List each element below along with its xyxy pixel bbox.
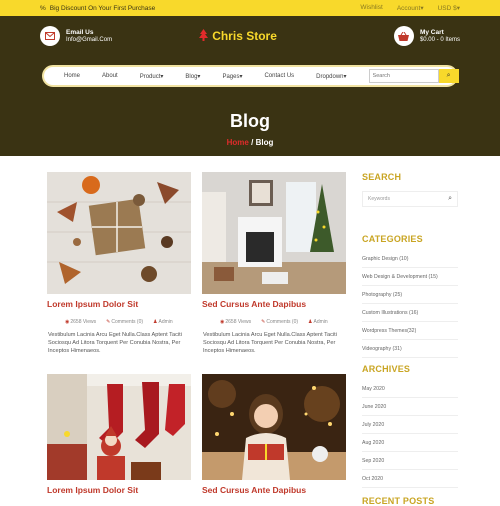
archive-item[interactable]: July 2020 [362, 416, 458, 434]
post-title[interactable]: Sed Cursus Ante Dapibus [202, 299, 346, 309]
chevron-down-icon: ▾ [197, 73, 201, 80]
post-excerpt: Vestibulum Lacinia Arcu Eget Nulla.Class… [203, 332, 337, 354]
post-meta: ◉2658 Views ✎Comments (0) ♟Admin [220, 319, 328, 325]
search-input[interactable] [368, 69, 439, 83]
archives-list: May 2020 June 2020 July 2020 Aug 2020 Se… [362, 380, 458, 488]
promo-text: % Big Discount On Your First Purchase [40, 4, 156, 12]
category-item[interactable]: Custom Illustrations (16) [362, 304, 458, 322]
nav-search: ⌕ [368, 69, 459, 83]
post-title[interactable]: Sed Cursus Ante Dapibus [202, 485, 346, 495]
nav-dropdown[interactable]: Dropdown▾ [316, 73, 346, 80]
blog-card: Sed Cursus Ante Dapibus [202, 374, 346, 495]
search-icon: ⌕ [446, 72, 451, 79]
user-icon: ♟ [153, 319, 158, 325]
store-logo[interactable]: Chris Store [82, 28, 394, 44]
category-item[interactable]: Graphic Design (10) [362, 250, 458, 268]
breadcrumb-home[interactable]: Home [227, 138, 249, 147]
archive-item[interactable]: Sep 2020 [362, 452, 458, 470]
nav-product[interactable]: Product▾ [140, 73, 164, 80]
post-image[interactable] [47, 374, 191, 480]
tree-icon [199, 28, 209, 44]
wishlist-link[interactable]: Wishlist [360, 4, 382, 12]
blog-card: Sed Cursus Ante Dapibus ◉2658 Views ✎Com… [202, 172, 346, 355]
archives-heading: ARCHIVES [362, 364, 411, 374]
sidebar-search[interactable]: Keywords ⌕ [362, 191, 458, 207]
cart-summary[interactable]: My Cart $0.00 - 0 Items [393, 26, 460, 46]
chevron-down-icon: ▾ [343, 73, 347, 80]
post-excerpt: Vestibulum Lacinia Arcu Eget Nulla.Class… [48, 332, 182, 354]
archive-item[interactable]: June 2020 [362, 398, 458, 416]
category-item[interactable]: Videography (31) [362, 340, 458, 358]
nav-contact[interactable]: Contact Us [264, 73, 294, 79]
post-meta: ◉2658 Views ✎Comments (0) ♟Admin [65, 319, 173, 325]
category-item[interactable]: Photography (25) [362, 286, 458, 304]
search-heading: SEARCH [362, 172, 402, 182]
comment-icon: ✎ [261, 319, 266, 325]
account-dropdown[interactable]: Account▾ [397, 4, 424, 12]
recent-posts-heading: RECENT POSTS [362, 496, 435, 506]
nav-about[interactable]: About [102, 73, 118, 79]
nav-home[interactable]: Home [64, 73, 80, 79]
nav-pages[interactable]: Pages▾ [222, 73, 242, 80]
search-icon[interactable]: ⌕ [448, 195, 452, 203]
main-nav: Home About Product▾ Blog▾ Pages▾ Contact… [42, 65, 459, 87]
archive-item[interactable]: May 2020 [362, 380, 458, 398]
category-item[interactable]: Web Design & Development (15) [362, 268, 458, 286]
post-image[interactable] [202, 374, 346, 480]
post-image[interactable] [202, 172, 346, 294]
chevron-down-icon: ▾ [456, 5, 460, 12]
categories-heading: CATEGORIES [362, 234, 423, 244]
post-title[interactable]: Lorem Ipsum Dolor Sit [47, 299, 191, 309]
breadcrumb: Home / Blog [226, 138, 274, 147]
archive-item[interactable]: Aug 2020 [362, 434, 458, 452]
chevron-down-icon: ▾ [160, 73, 164, 80]
user-icon: ♟ [308, 319, 313, 325]
cart-value: $0.00 - 0 Items [419, 36, 460, 43]
cart-label: My Cart [419, 28, 444, 36]
page-title: Blog [230, 111, 270, 131]
top-bar: % Big Discount On Your First Purchase Wi… [0, 0, 500, 16]
keywords-input[interactable]: Keywords [368, 196, 390, 202]
eye-icon: ◉ [220, 319, 225, 325]
comment-icon: ✎ [106, 319, 111, 325]
breadcrumb-current: Blog [255, 138, 274, 147]
eye-icon: ◉ [65, 319, 70, 325]
chevron-down-icon: ▾ [420, 5, 424, 12]
site-header: Email Us Info@Gmail.Com Chris Store My Ca… [0, 16, 500, 156]
category-item[interactable]: Wordpress Themes(32) [362, 322, 458, 340]
envelope-icon [40, 26, 60, 46]
chevron-down-icon: ▾ [239, 73, 243, 80]
currency-dropdown[interactable]: USD $▾ [438, 4, 460, 12]
post-image[interactable] [47, 172, 191, 294]
categories-list: Graphic Design (10) Web Design & Develop… [362, 250, 458, 358]
percent-icon: % [40, 4, 46, 12]
archive-item[interactable]: Oct 2020 [362, 470, 458, 488]
basket-icon [393, 26, 414, 46]
blog-card: Lorem Ipsum Dolor Sit ◉2658 Views ✎Comme… [47, 172, 191, 355]
nav-blog[interactable]: Blog▾ [185, 73, 200, 80]
blog-card: Lorem Ipsum Dolor Sit [47, 374, 191, 495]
post-title[interactable]: Lorem Ipsum Dolor Sit [47, 485, 191, 495]
sidebar: SEARCH Keywords ⌕ CATEGORIES Graphic Des… [362, 172, 458, 506]
search-button[interactable]: ⌕ [438, 69, 459, 83]
